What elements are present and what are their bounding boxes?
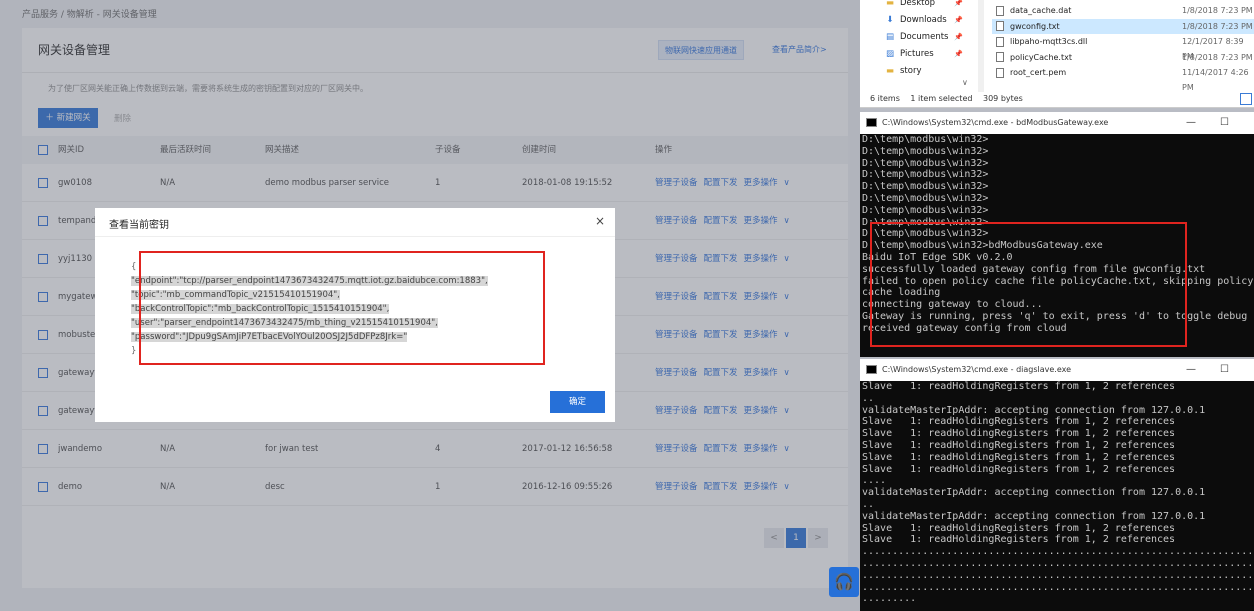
file-date: 1/8/2018 7:23 PM	[1182, 6, 1253, 15]
console-line: .........	[862, 593, 917, 605]
nav-item-label: story	[900, 66, 922, 76]
console-line: D:\temp\modbus\win32>	[862, 192, 989, 204]
pin-icon: 📌	[954, 0, 963, 7]
file-icon	[996, 36, 1004, 47]
doc-icon: ▤	[885, 32, 895, 42]
file-date: 1/8/2018 7:23 PM	[1182, 52, 1253, 62]
file-icon	[996, 52, 1004, 62]
pin-icon: 📌	[954, 50, 963, 58]
console-line: Slave 1: readHoldingRegisters from 1, 2 …	[862, 416, 1176, 428]
file-icon	[996, 67, 1004, 78]
nav-item-story[interactable]: ▬ story	[884, 63, 922, 80]
maximize-button[interactable]: ☐	[1220, 359, 1229, 381]
file-row[interactable]: gwconfig.txt 1/8/2018 7:23 PM	[992, 18, 1254, 34]
console-line: validateMasterIpAddr: accepting connecti…	[862, 487, 1206, 499]
dialog-title: 查看当前密钥	[109, 220, 169, 231]
console-icon	[866, 118, 877, 127]
nav-item-label: Pictures	[900, 49, 934, 59]
console-line: ........................................…	[862, 557, 1254, 569]
nav-item-label: Documents	[900, 32, 949, 42]
console-line: D:\temp\modbus\win32>	[862, 157, 989, 169]
console-line: D:\temp\modbus\win32>	[862, 181, 989, 193]
gateway-console-titlebar[interactable]: C:\Windows\System32\cmd.exe - bdModbusGa…	[860, 112, 1254, 134]
console-line: validateMasterIpAddr: accepting connecti…	[862, 404, 1206, 416]
dialog-divider	[95, 236, 615, 237]
web-console: 产品服务 / 物解析 - 网关设备管理 网关设备管理 物联网快速应用通道 查看产…	[0, 0, 860, 611]
pin-icon: 📌	[954, 16, 963, 24]
console-line: Slave 1: readHoldingRegisters from 1, 2 …	[862, 463, 1176, 475]
diagslave-console-output[interactable]: Slave 1: readHoldingRegisters from 1, 2 …	[860, 381, 1254, 605]
console-line: ........................................…	[862, 546, 1254, 558]
console-line: D:\temp\modbus\win32>	[862, 145, 989, 157]
console-line: Slave 1: readHoldingRegisters from 1, 2 …	[862, 534, 1176, 546]
console-line: ..	[862, 498, 875, 510]
key-dialog: 查看当前密钥 × { "endpoint":"tcp://parser_endp…	[95, 208, 615, 422]
download-icon: ⬇	[886, 15, 894, 25]
close-icon[interactable]: ×	[595, 214, 605, 228]
highlight-box	[139, 251, 545, 365]
file-name: libpaho-mqtt3cs.dll	[1010, 37, 1088, 46]
chevron-down-icon[interactable]: ∨	[962, 78, 968, 87]
console-highlight-box	[870, 222, 1187, 347]
file-name: policyCache.txt	[1010, 52, 1072, 62]
folder-icon: ▬	[885, 66, 895, 76]
item-count: 6 items	[870, 94, 900, 103]
file-date: 1/8/2018 7:23 PM	[1182, 21, 1253, 31]
nav-item-label: Desktop	[900, 0, 936, 8]
file-explorer: ▬ Desktop 📌 ⬇ Downloads 📌 ▤ Documents 📌 ▨ Pictures…	[860, 0, 1254, 108]
minimize-button[interactable]: —	[1186, 112, 1196, 134]
file-icon	[996, 21, 1004, 31]
details-view-icon[interactable]	[1240, 93, 1252, 105]
console-icon	[866, 365, 877, 374]
console-line: ..	[862, 392, 875, 404]
gateway-console-title: C:\Windows\System32\cmd.exe - bdModbusGa…	[882, 118, 1109, 127]
diagslave-console-window: C:\Windows\System32\cmd.exe - diagslave.…	[860, 359, 1254, 611]
confirm-button[interactable]: 确定	[550, 391, 605, 413]
picture-icon: ▨	[885, 49, 895, 59]
console-line: D:\temp\modbus\win32>	[862, 134, 989, 145]
headset-icon[interactable]: 🎧	[829, 567, 859, 597]
file-name: data_cache.dat	[1010, 6, 1072, 15]
nav-item-pictures[interactable]: ▨ Pictures 📌	[884, 46, 963, 63]
nav-item-label: Downloads	[900, 15, 947, 25]
file-name: root_cert.pem	[1010, 68, 1067, 77]
file-row[interactable]: data_cache.dat 1/8/2018 7:23 PM	[992, 3, 1254, 18]
maximize-button[interactable]: ☐	[1220, 112, 1229, 134]
console-line: ....	[862, 475, 887, 487]
minimize-button[interactable]: —	[1186, 359, 1196, 381]
console-line: Slave 1: readHoldingRegisters from 1, 2 …	[862, 439, 1176, 451]
file-row[interactable]: policyCache.txt 1/8/2018 7:23 PM	[992, 50, 1254, 65]
console-line: D:\temp\modbus\win32>	[862, 204, 989, 216]
selected-count: 1 item selected	[910, 94, 973, 103]
explorer-status: 6 items 1 item selected 309 bytes	[870, 94, 1031, 103]
diagslave-console-titlebar[interactable]: C:\Windows\System32\cmd.exe - diagslave.…	[860, 359, 1254, 381]
nav-item-desktop[interactable]: ▬ Desktop 📌	[884, 0, 963, 12]
console-line: validateMasterIpAddr: accepting connecti…	[862, 510, 1206, 522]
console-line: ........................................…	[862, 569, 1254, 581]
diagslave-console-title: C:\Windows\System32\cmd.exe - diagslave.…	[882, 365, 1072, 374]
selected-size: 309 bytes	[983, 94, 1023, 103]
console-line: Slave 1: readHoldingRegisters from 1, 2 …	[862, 428, 1176, 440]
nav-scrollbar[interactable]	[978, 0, 984, 92]
file-name: gwconfig.txt	[1010, 21, 1060, 31]
file-row[interactable]: libpaho-mqtt3cs.dll 12/1/2017 8:39 PM	[992, 34, 1254, 61]
console-line: Slave 1: readHoldingRegisters from 1, 2 …	[862, 522, 1176, 534]
console-line: ........................................…	[862, 581, 1254, 593]
folder-icon: ▬	[885, 0, 895, 8]
nav-item-downloads[interactable]: ⬇ Downloads 📌	[884, 12, 962, 29]
console-line: Slave 1: readHoldingRegisters from 1, 2 …	[862, 451, 1176, 463]
nav-item-documents[interactable]: ▤ Documents 📌	[884, 29, 963, 46]
console-line: D:\temp\modbus\win32>	[862, 169, 989, 181]
file-icon	[996, 5, 1004, 16]
file-row[interactable]: root_cert.pem 11/14/2017 4:26 PM	[992, 65, 1254, 92]
pin-icon: 📌	[954, 33, 963, 41]
file-date: 11/14/2017 4:26 PM	[1182, 68, 1249, 92]
console-line: Slave 1: readHoldingRegisters from 1, 2 …	[862, 381, 1176, 392]
